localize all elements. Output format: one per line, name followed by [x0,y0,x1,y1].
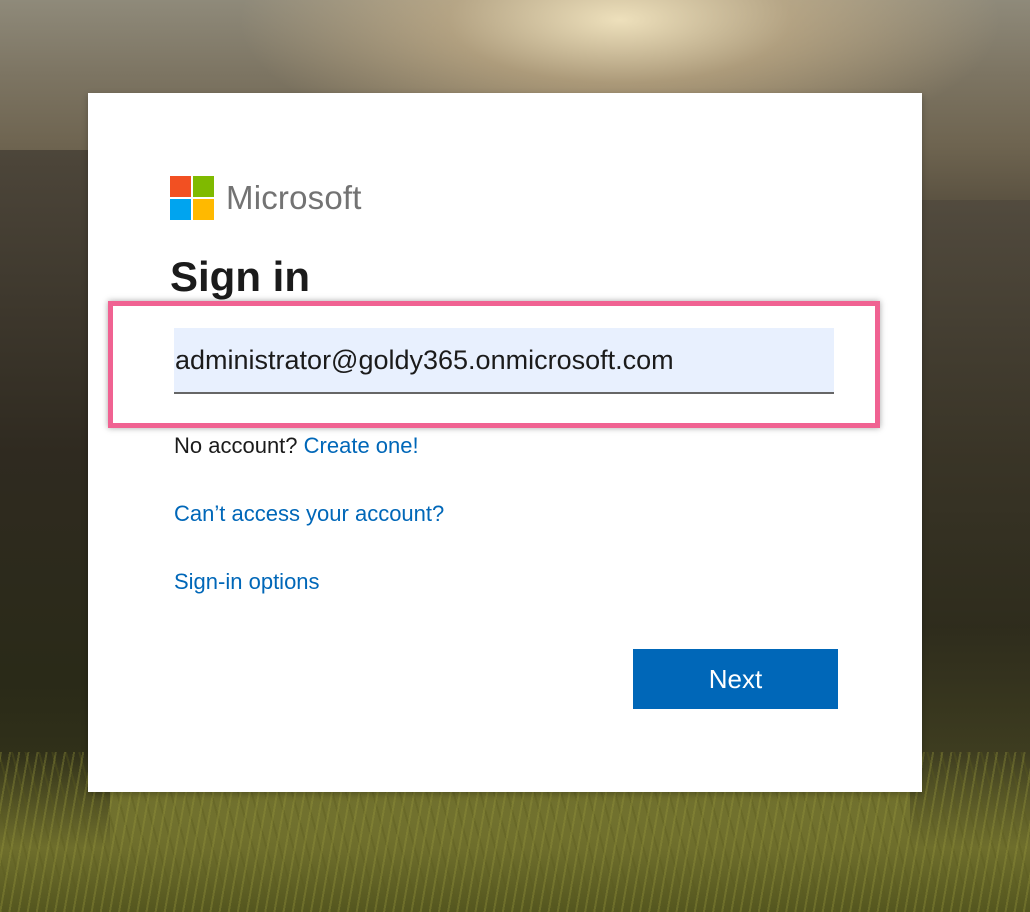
logo-blue-square [170,199,191,220]
logo-yellow-square [193,199,214,220]
no-account-row: No account? Create one! [174,433,419,459]
no-account-text: No account? [174,433,298,458]
logo-red-square [170,176,191,197]
cant-access-row: Can’t access your account? [174,501,444,527]
create-account-link[interactable]: Create one! [304,433,419,458]
signin-options-link[interactable]: Sign-in options [174,569,320,594]
next-button[interactable]: Next [633,649,838,709]
signin-options-row: Sign-in options [174,569,320,595]
sign-in-card: Microsoft Sign in No account? Create one… [88,93,922,792]
brand-name: Microsoft [226,179,362,216]
cant-access-account-link[interactable]: Can’t access your account? [174,501,444,526]
microsoft-logo-icon [170,176,214,220]
logo-green-square [193,176,214,197]
brand-header: Microsoft [170,176,362,220]
email-field[interactable] [174,328,834,394]
page-title: Sign in [170,253,310,300]
